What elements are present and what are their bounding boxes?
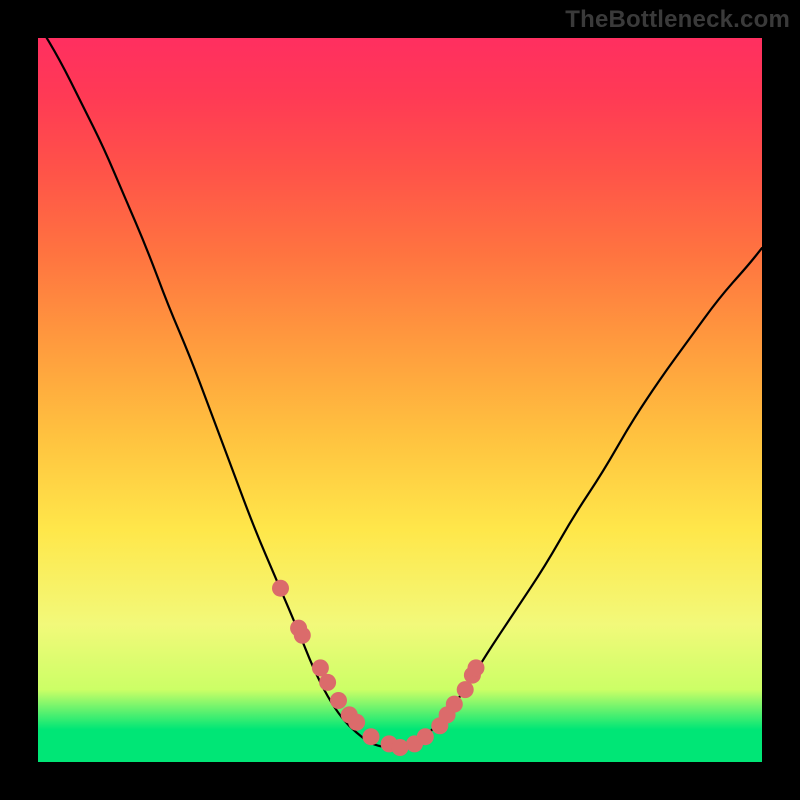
- data-marker: [319, 674, 336, 691]
- chart-frame: TheBottleneck.com: [0, 0, 800, 800]
- chart-svg: [38, 38, 762, 762]
- data-marker: [363, 728, 380, 745]
- data-marker: [446, 696, 463, 713]
- watermark-text: TheBottleneck.com: [565, 6, 790, 34]
- data-marker: [468, 659, 485, 676]
- data-marker: [330, 692, 347, 709]
- data-marker: [392, 739, 409, 756]
- chart-plot-area: [38, 38, 762, 762]
- data-marker: [312, 659, 329, 676]
- data-marker: [348, 714, 365, 731]
- data-marker: [457, 681, 474, 698]
- data-marker: [294, 627, 311, 644]
- bottleneck-curve: [38, 38, 762, 748]
- curve-layer: [38, 38, 762, 748]
- data-marker: [417, 728, 434, 745]
- data-marker: [272, 580, 289, 597]
- marker-layer: [272, 580, 485, 756]
